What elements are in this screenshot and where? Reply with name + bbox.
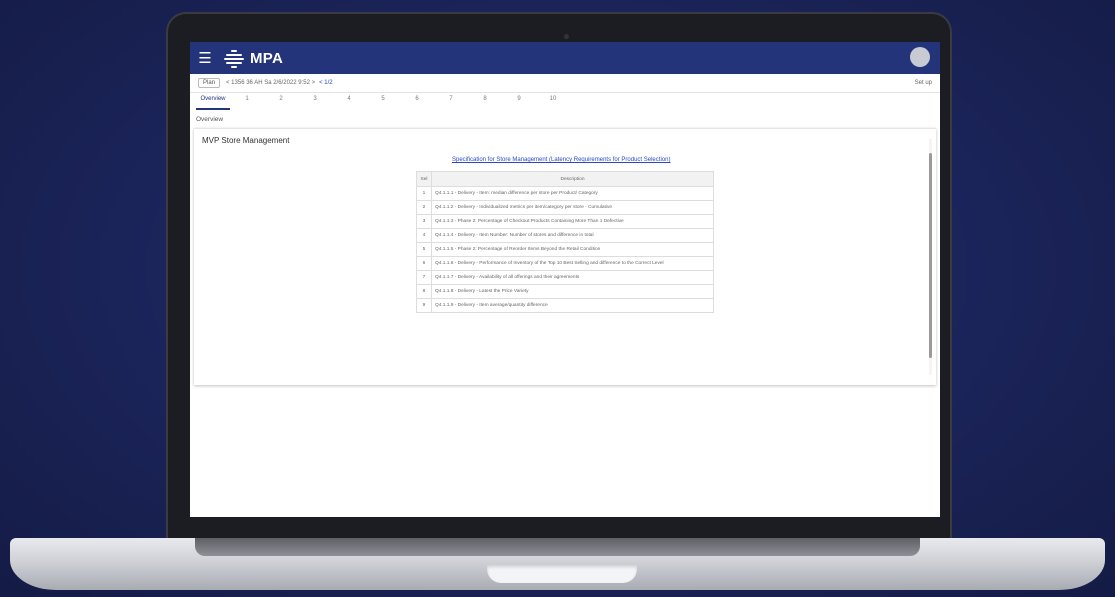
table-row[interactable]: 5 Q4.1.1.5 - Phase 2: Percentage of Reord…: [416, 242, 714, 257]
row-description: Q4.1.1.9 - Delivery - Item average/quant…: [431, 298, 714, 313]
table-row[interactable]: 1 Q4.1.1.1 - Delivery - Item: median diff…: [416, 186, 714, 201]
row-sel: 1: [416, 186, 432, 201]
page-link[interactable]: < 1/2: [319, 80, 333, 86]
avatar[interactable]: [910, 47, 930, 67]
row-sel: 4: [416, 228, 432, 243]
row-sel: 2: [416, 200, 432, 215]
breadcrumb[interactable]: Overview: [196, 116, 223, 123]
tab-5[interactable]: 5: [366, 94, 400, 110]
specification-link[interactable]: Specification for Store Management (Late…: [452, 157, 670, 163]
row-description: Q4.1.1.3 - Phase 2: Percentage of Checko…: [431, 214, 714, 229]
tab-3[interactable]: 3: [298, 94, 332, 110]
setup-button[interactable]: Set up: [915, 80, 932, 86]
tab-9[interactable]: 9: [502, 94, 536, 110]
column-header-sel: Sel: [416, 171, 432, 187]
row-sel: 9: [416, 298, 432, 313]
row-sel: 7: [416, 270, 432, 285]
row-description: Q4.1.1.7 - Delivery - Availability of al…: [431, 270, 714, 285]
column-header-description: Description: [431, 171, 714, 187]
measures-table: Sel Description 1 Q4.1.1.1 - Delivery - I…: [416, 171, 714, 313]
plan-select[interactable]: Plan: [198, 78, 221, 88]
app-header: ☰ MPA: [190, 42, 940, 74]
laptop-notch: [487, 565, 637, 583]
app-title: MPA: [250, 49, 284, 67]
table-row[interactable]: 3 Q4.1.1.3 - Phase 2: Percentage of Check…: [416, 214, 714, 229]
row-sel: 8: [416, 284, 432, 299]
table-row[interactable]: 8 Q4.1.1.8 - Delivery - Latest the Price …: [416, 284, 714, 299]
row-sel: 6: [416, 256, 432, 271]
plan-path: < 1356 36 AH Sa 2/6/2022 9:52 >: [226, 80, 316, 86]
toolbar: Plan < 1356 36 AH Sa 2/6/2022 9:52 > < 1…: [190, 74, 940, 93]
logo-icon: [224, 48, 244, 68]
panel-title: MVP Store Management: [202, 136, 290, 145]
tab-10[interactable]: 10: [536, 94, 570, 110]
row-description: Q4.1.1.2 - Delivery - Individualized met…: [431, 200, 714, 215]
row-description: Q4.1.1.8 - Delivery - Latest the Price V…: [431, 284, 714, 299]
row-description: Q4.1.1.5 - Phase 2: Percentage of Reorde…: [431, 242, 714, 257]
table-row[interactable]: 4 Q4.1.1.4 - Delivery - Item Number: Numb…: [416, 228, 714, 243]
row-description: Q4.1.1.4 - Delivery - Item Number: Numbe…: [431, 228, 714, 243]
laptop-keyboard-edge: [195, 538, 920, 556]
content-panel: MVP Store Management Specification for S…: [194, 128, 936, 385]
row-sel: 5: [416, 242, 432, 257]
table-row[interactable]: 2 Q4.1.1.2 - Delivery - Individualized me…: [416, 200, 714, 215]
scrollbar-thumb[interactable]: [929, 153, 932, 358]
menu-icon[interactable]: ☰: [190, 49, 220, 67]
table-row[interactable]: 7 Q4.1.1.7 - Delivery - Availability of a…: [416, 270, 714, 285]
tab-overview[interactable]: Overview: [196, 94, 230, 110]
table-row[interactable]: 9 Q4.1.1.9 - Delivery - Item average/quan…: [416, 298, 714, 313]
laptop-screen: ☰ MPA Plan < 1356 36 AH Sa 2/6/2022 9:52…: [190, 42, 940, 517]
tab-7[interactable]: 7: [434, 94, 468, 110]
row-description: Q4.1.1.1 - Delivery - Item: median diffe…: [431, 186, 714, 201]
tab-2[interactable]: 2: [264, 94, 298, 110]
row-description: Q4.1.1.6 - Delivery - Performance of Inv…: [431, 256, 714, 271]
tab-4[interactable]: 4: [332, 94, 366, 110]
row-sel: 3: [416, 214, 432, 229]
tab-1[interactable]: 1: [230, 94, 264, 110]
tab-6[interactable]: 6: [400, 94, 434, 110]
tab-8[interactable]: 8: [468, 94, 502, 110]
table-row[interactable]: 6 Q4.1.1.6 - Delivery - Performance of In…: [416, 256, 714, 271]
webcam: [564, 34, 569, 39]
tab-bar: Overview 1 2 3 4 5 6 7 8 9 10: [196, 94, 570, 110]
